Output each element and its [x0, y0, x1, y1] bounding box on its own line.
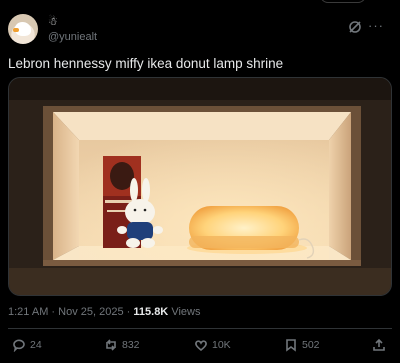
post-text: Lebron hennessy miffy ikea donut lamp sh… — [8, 56, 284, 71]
bookmark-button[interactable]: 502 — [284, 338, 320, 352]
divider — [8, 328, 392, 329]
shrine-photo — [9, 78, 391, 295]
views-count: 115.8K — [133, 306, 169, 318]
avatar[interactable] — [8, 14, 38, 44]
reply-count: 24 — [30, 339, 42, 351]
bookmark-count: 502 — [302, 339, 320, 351]
post-metadata: 1:21 AM · Nov 25, 2025 · 115.8K Views — [8, 306, 200, 318]
share-button[interactable] — [372, 338, 386, 352]
share-icon — [373, 338, 385, 351]
post-image[interactable] — [8, 77, 392, 296]
duck-beak — [13, 28, 19, 32]
post-header: ☃ @yuniealt ··· — [8, 14, 392, 48]
display-name[interactable]: ☃ — [48, 16, 58, 28]
like-count: 10K — [212, 339, 231, 351]
more-options-icon[interactable]: ··· — [368, 18, 384, 33]
repost-button[interactable]: 832 — [104, 338, 140, 352]
post-time[interactable]: 1:21 AM — [8, 306, 48, 318]
grok-icon[interactable] — [348, 20, 362, 34]
reply-icon — [13, 339, 25, 352]
like-button[interactable]: 10K — [194, 338, 231, 352]
views-label: Views — [171, 306, 201, 318]
heart-icon — [195, 340, 207, 352]
reply-button[interactable]: 24 — [12, 338, 42, 352]
post-date[interactable]: Nov 25, 2025 — [58, 306, 123, 318]
handle[interactable]: @yuniealt — [48, 31, 97, 43]
repost-count: 832 — [122, 339, 140, 351]
meta-separator: · — [51, 306, 56, 318]
bookmark-icon — [286, 339, 296, 352]
repost-icon — [106, 339, 116, 351]
action-bar: 24 832 10K 502 — [8, 338, 392, 356]
meta-separator-2: · — [126, 306, 131, 318]
top-edge-pill — [320, 0, 366, 3]
